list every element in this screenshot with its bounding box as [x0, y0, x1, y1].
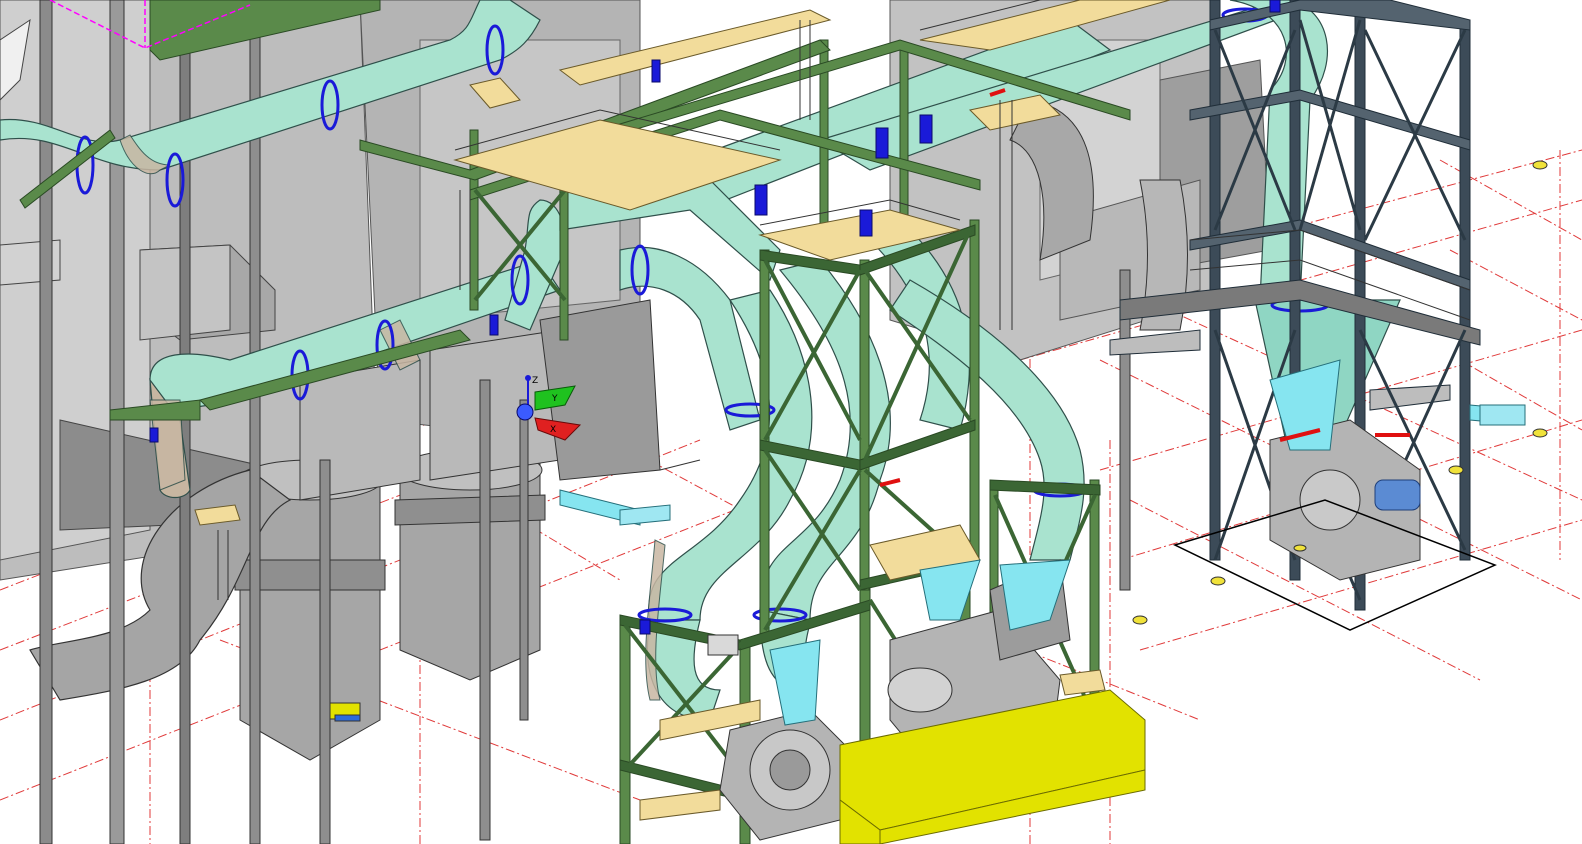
gizmo-z-label: Z [532, 376, 538, 386]
gizmo-x-label: X [550, 425, 556, 435]
3d-model-viewport[interactable]: Y X Z [0, 0, 1582, 844]
gizmo-y-label: Y [551, 394, 558, 404]
